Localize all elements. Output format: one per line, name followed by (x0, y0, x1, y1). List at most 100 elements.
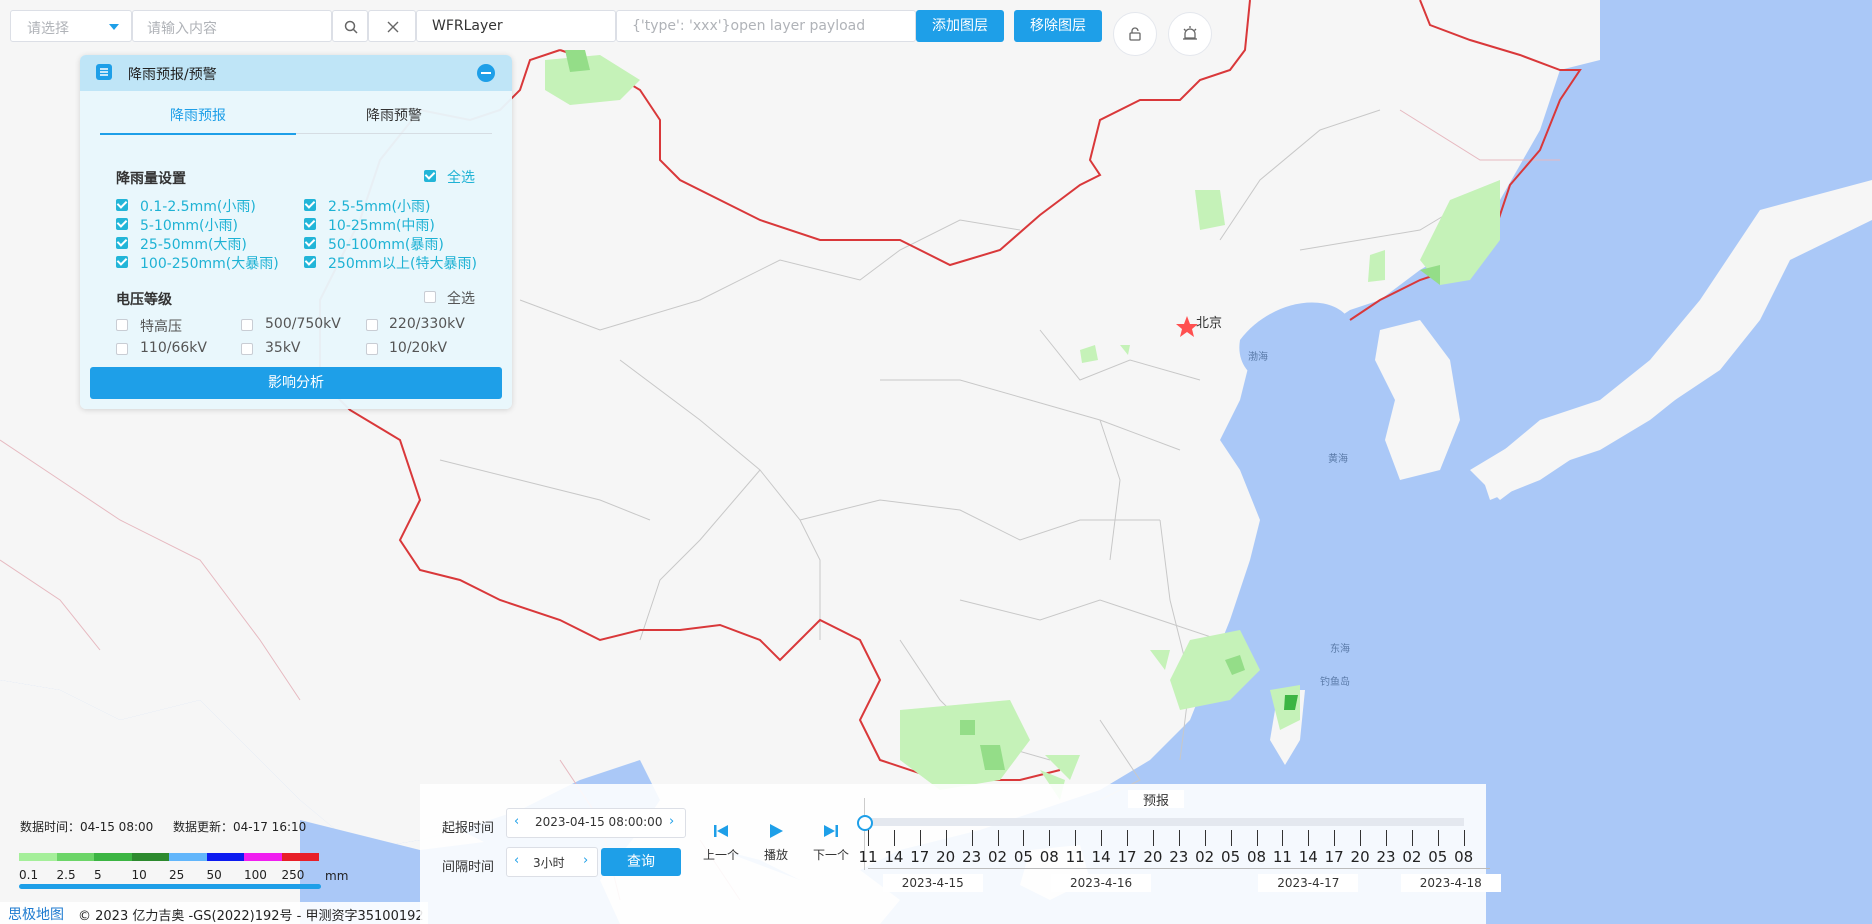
voltage-option-label: 35kV (265, 340, 301, 356)
hour-label[interactable]: 05 (1424, 848, 1452, 866)
hour-label[interactable]: 14 (1294, 848, 1322, 866)
rain-option-checkbox[interactable] (116, 199, 128, 211)
voltage-option-checkbox[interactable] (241, 343, 253, 355)
rain-option-checkbox[interactable] (116, 218, 128, 230)
rain-option-checkbox[interactable] (304, 218, 316, 230)
tab-warning[interactable]: 降雨预警 (296, 105, 492, 134)
panel-title: 降雨预报/预警 (128, 67, 217, 83)
legend-labels: 0.1 2.5 5 10 25 50 100 250 (19, 868, 319, 882)
remove-layer-button[interactable]: 移除图层 (1014, 10, 1102, 42)
timeline-track[interactable] (868, 818, 1464, 826)
search-input[interactable]: 请输入内容 (132, 10, 332, 42)
hour-labels: 11 14 17 20 23 02 05 08 11 14 17 20 23 02 05 08 11 14 17 20… (858, 848, 1474, 868)
prev-date-icon[interactable]: ‹ (514, 814, 519, 829)
tab-forecast[interactable]: 降雨预报 (100, 105, 296, 135)
prev-button[interactable]: 上一个 (696, 824, 746, 868)
rain-option-checkbox[interactable] (304, 199, 316, 211)
rain-option-checkbox[interactable] (116, 237, 128, 249)
hour-label[interactable]: 05 (1217, 848, 1245, 866)
hour-label[interactable]: 02 (984, 848, 1012, 866)
prev-label: 上一个 (702, 848, 739, 862)
rain-option-label: 50-100mm(暴雨) (328, 237, 444, 253)
legend-swatch (56, 853, 94, 861)
korea-peninsula (1375, 320, 1460, 480)
hour-label[interactable]: 02 (1191, 848, 1219, 866)
clear-button[interactable] (368, 10, 416, 42)
play-button[interactable]: 播放 (751, 824, 801, 868)
map-attribution: 思极地图 © 2023 亿力吉奥 -GS(2022)192号 - 甲测资字351… (0, 902, 428, 924)
hour-label[interactable]: 20 (932, 848, 960, 866)
legend-swatch (19, 853, 57, 861)
hour-label[interactable]: 14 (880, 848, 908, 866)
rain-option-checkbox[interactable] (304, 256, 316, 268)
date-labels: 2023-4-15 2023-4-16 2023-4-17 2023-4-18 (864, 868, 1501, 894)
voltage-option-checkbox[interactable] (366, 343, 378, 355)
donghai-label: 东海 (1330, 642, 1350, 655)
timeline-handle[interactable] (857, 815, 873, 831)
rain-section-title: 降雨量设置 (116, 171, 186, 187)
hour-label[interactable]: 08 (1243, 848, 1271, 866)
layer-select[interactable]: 请选择 (10, 10, 132, 42)
interval-picker[interactable]: ‹ 3小时 › (506, 847, 598, 877)
hour-label[interactable]: 05 (1009, 848, 1037, 866)
legend-label: 100 (244, 868, 267, 882)
voltage-option-checkbox[interactable] (116, 319, 128, 331)
hour-label[interactable]: 20 (1346, 848, 1374, 866)
hour-tick (1023, 830, 1025, 846)
voltage-option-checkbox[interactable] (366, 319, 378, 331)
legend-label: 50 (206, 868, 222, 882)
voltage-option-checkbox[interactable] (116, 343, 128, 355)
legend-swatch (281, 853, 319, 861)
voltage-option-label: 特高压 (140, 319, 182, 335)
voltage-select-all-checkbox[interactable] (424, 291, 436, 303)
interval-prev-icon[interactable]: ‹ (514, 853, 519, 868)
hour-label[interactable]: 11 (854, 848, 882, 866)
hour-label[interactable]: 11 (1268, 848, 1296, 866)
next-button[interactable]: 下一个 (806, 824, 856, 868)
hour-label[interactable]: 08 (1450, 848, 1478, 866)
hour-label[interactable]: 20 (1139, 848, 1167, 866)
layer-name-value: WFRLayer (432, 18, 503, 34)
hour-tick (997, 830, 999, 846)
hour-label[interactable]: 17 (1320, 848, 1348, 866)
hour-label[interactable]: 23 (1372, 848, 1400, 866)
hour-tick (1101, 830, 1103, 846)
close-icon (387, 21, 399, 33)
hour-tick (1386, 830, 1387, 846)
next-date-icon[interactable]: › (669, 814, 674, 829)
add-layer-button[interactable]: 添加图层 (916, 10, 1004, 42)
hour-label[interactable]: 14 (1087, 848, 1115, 866)
data-update: 数据更新：04-17 16:10 (173, 820, 307, 834)
rain-legend: 0.1 2.5 5 10 25 50 100 250 mm (19, 853, 348, 893)
hour-tick (868, 830, 869, 846)
voltage-option-label: 10/20kV (389, 340, 448, 356)
layer-name-field[interactable]: WFRLayer (416, 10, 616, 42)
query-button[interactable]: 查询 (601, 848, 681, 876)
hour-label[interactable]: 17 (906, 848, 934, 866)
hour-label[interactable]: 23 (958, 848, 986, 866)
voltage-option-checkbox[interactable] (241, 319, 253, 331)
legend-label: 250 (281, 868, 305, 882)
alarm-button[interactable] (1168, 12, 1212, 56)
rain-option-checkbox[interactable] (116, 256, 128, 268)
hour-label[interactable]: 17 (1113, 848, 1141, 866)
hour-tick (1204, 830, 1206, 846)
payload-field[interactable]: {'type': 'xxx'}open layer payload (616, 10, 916, 42)
rain-option-checkbox[interactable] (304, 237, 316, 249)
search-button[interactable] (332, 10, 368, 42)
hour-tick (971, 830, 973, 846)
start-time-picker[interactable]: ‹ 2023-04-15 08:00:00 › (506, 808, 686, 838)
collapse-icon[interactable] (477, 64, 495, 82)
hour-tick (1152, 830, 1154, 846)
interval-label: 间隔时间 (442, 860, 495, 875)
tab-forecast-label: 降雨预报 (170, 108, 226, 124)
interval-next-icon[interactable]: › (583, 853, 588, 868)
rain-select-all-checkbox[interactable] (424, 170, 436, 182)
hour-label[interactable]: 23 (1165, 848, 1193, 866)
hour-label[interactable]: 08 (1035, 848, 1063, 866)
voltage-select-all-label: 全选 (447, 291, 475, 307)
lock-button[interactable] (1113, 12, 1157, 56)
hour-label[interactable]: 02 (1398, 848, 1426, 866)
analyze-button[interactable]: 影响分析 (90, 367, 502, 399)
hour-label[interactable]: 11 (1061, 848, 1089, 866)
